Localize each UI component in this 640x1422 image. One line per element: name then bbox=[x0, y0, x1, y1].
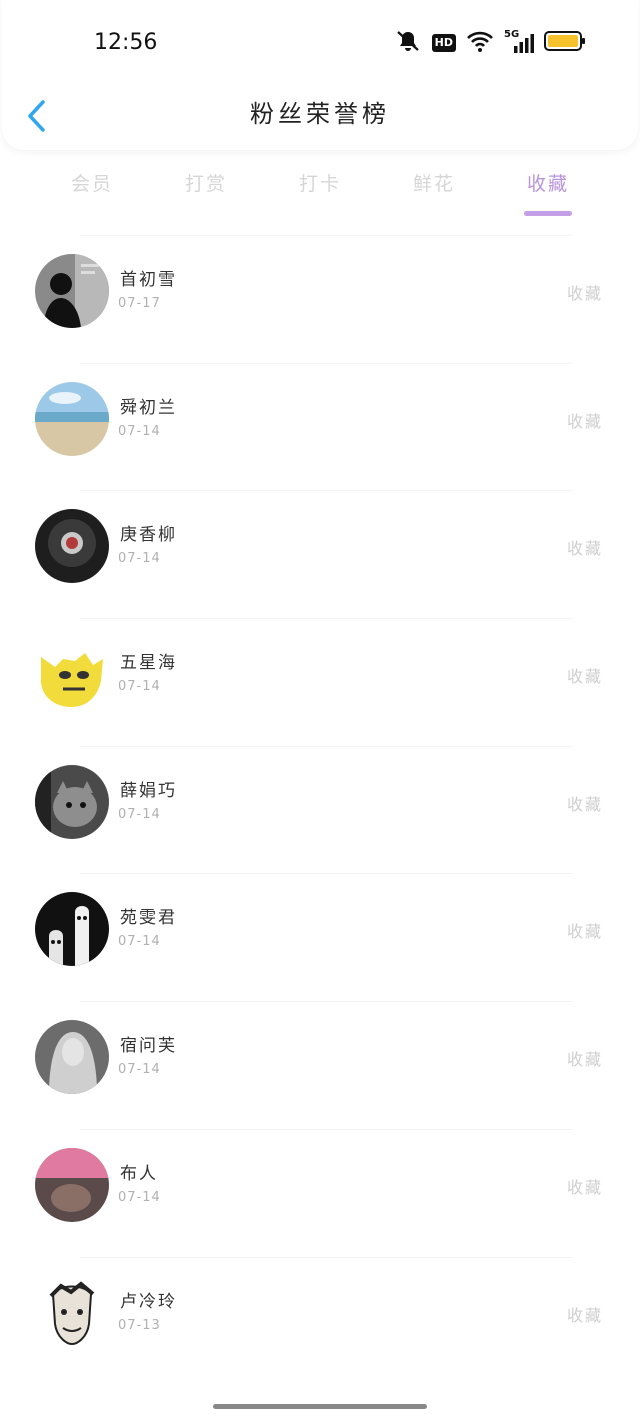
fan-name: 苑雯君 bbox=[120, 908, 177, 929]
fan-list: 首初雪 07-17 收藏 舜初兰 07-14 收藏 庚香柳 07-14 收藏 五… bbox=[0, 235, 640, 1384]
avatar bbox=[35, 1020, 109, 1095]
hd-icon: HD bbox=[431, 34, 456, 52]
wifi-icon bbox=[466, 29, 494, 57]
tab-label: 打卡 bbox=[298, 173, 341, 195]
fan-name: 卢冷玲 bbox=[120, 1291, 177, 1312]
favorite-label: 收藏 bbox=[566, 411, 603, 431]
tab-label: 打赏 bbox=[184, 173, 227, 195]
tab-label: 鲜花 bbox=[412, 173, 455, 195]
tab-checkin[interactable]: 打卡 bbox=[263, 166, 377, 218]
favorite-label: 收藏 bbox=[566, 1177, 603, 1197]
battery-icon bbox=[544, 30, 586, 56]
top-header: 12:56 HD 5G 粉丝荣誉榜 bbox=[2, 0, 638, 150]
tab-bar: 会员 打赏 打卡 鲜花 收藏 bbox=[35, 166, 605, 218]
tab-favorites[interactable]: 收藏 bbox=[491, 166, 605, 218]
fan-date: 07-14 bbox=[118, 1189, 161, 1205]
tab-member[interactable]: 会员 bbox=[35, 166, 149, 218]
favorite-label: 收藏 bbox=[566, 794, 603, 814]
signal-5g-icon: 5G bbox=[504, 29, 534, 55]
fan-date: 07-14 bbox=[118, 806, 161, 822]
fan-date: 07-14 bbox=[118, 1062, 161, 1078]
page-title: 粉丝荣誉榜 bbox=[250, 100, 390, 128]
tab-label: 会员 bbox=[70, 173, 113, 195]
fan-name: 五星海 bbox=[120, 653, 177, 674]
avatar bbox=[35, 509, 109, 584]
mute-bell-icon bbox=[394, 29, 422, 57]
list-item[interactable]: 庚香柳 07-14 收藏 bbox=[0, 490, 640, 618]
favorite-label: 收藏 bbox=[566, 539, 603, 559]
favorite-label: 收藏 bbox=[566, 922, 603, 942]
favorite-label: 收藏 bbox=[566, 1305, 603, 1325]
fan-name: 舜初兰 bbox=[120, 397, 177, 418]
list-item[interactable]: 宿问芙 07-14 收藏 bbox=[0, 1001, 640, 1129]
list-item[interactable]: 舜初兰 07-14 收藏 bbox=[0, 362, 640, 491]
avatar bbox=[35, 1275, 109, 1350]
avatar bbox=[35, 892, 109, 967]
status-time: 12:56 bbox=[94, 30, 158, 55]
tab-reward[interactable]: 打赏 bbox=[149, 166, 263, 218]
list-item[interactable]: 首初雪 07-17 收藏 bbox=[0, 235, 640, 363]
status-icons: HD 5G bbox=[394, 29, 586, 57]
avatar bbox=[35, 381, 109, 456]
fan-name: 薛娟巧 bbox=[120, 780, 177, 801]
fan-name: 布人 bbox=[120, 1163, 158, 1184]
fan-date: 07-14 bbox=[118, 551, 161, 567]
tab-flowers[interactable]: 鲜花 bbox=[377, 166, 491, 218]
avatar bbox=[35, 254, 109, 328]
list-item[interactable]: 卢冷玲 07-13 收藏 bbox=[0, 1256, 640, 1385]
favorite-label: 收藏 bbox=[566, 667, 603, 687]
fan-name: 首初雪 bbox=[120, 270, 177, 290]
list-item[interactable]: 苑雯君 07-14 收藏 bbox=[0, 873, 640, 1001]
favorite-label: 收藏 bbox=[566, 284, 603, 303]
avatar bbox=[35, 764, 109, 839]
list-item[interactable]: 五星海 07-14 收藏 bbox=[0, 618, 640, 746]
list-item[interactable]: 薛娟巧 07-14 收藏 bbox=[0, 745, 640, 874]
fan-name: 宿问芙 bbox=[120, 1036, 177, 1057]
home-indicator[interactable] bbox=[213, 1404, 427, 1409]
fan-date: 07-14 bbox=[118, 679, 161, 695]
fan-date: 07-14 bbox=[118, 934, 161, 950]
fan-date: 07-13 bbox=[118, 1317, 161, 1333]
list-item[interactable]: 布人 07-14 收藏 bbox=[0, 1128, 640, 1257]
active-tab-underline bbox=[524, 211, 572, 216]
fan-date: 07-17 bbox=[118, 296, 161, 311]
favorite-label: 收藏 bbox=[566, 1050, 603, 1070]
avatar bbox=[35, 1147, 109, 1222]
avatar bbox=[35, 637, 109, 712]
fan-name: 庚香柳 bbox=[120, 525, 177, 546]
fan-date: 07-14 bbox=[118, 423, 161, 439]
tab-label: 收藏 bbox=[526, 173, 569, 195]
